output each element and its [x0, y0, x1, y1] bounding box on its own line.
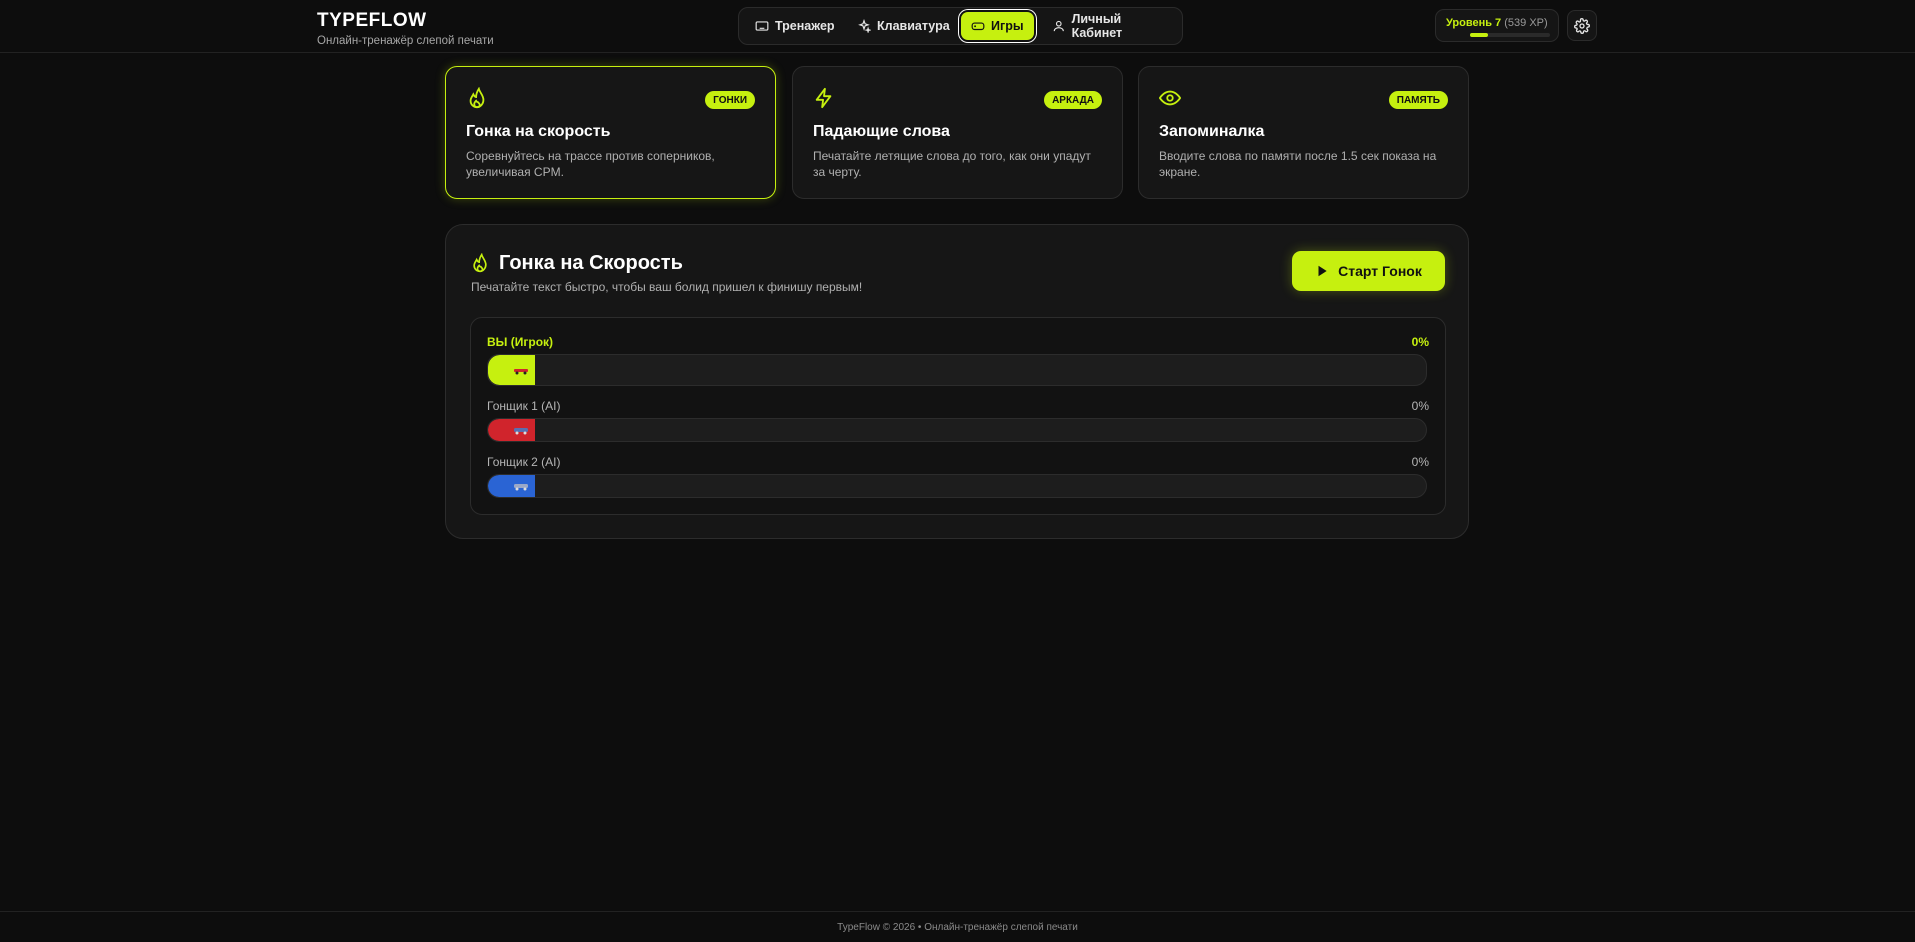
flame-icon: [473, 253, 487, 273]
brand-subtitle: Онлайн-тренажёр слепой печати: [317, 35, 494, 47]
start-race-label: Старт Гонок: [1338, 263, 1422, 279]
nav-label: Личный Кабинет: [1071, 12, 1123, 40]
game-badge: ПАМЯТЬ: [1388, 91, 1448, 109]
xp-progress-fill: [1470, 33, 1488, 37]
game-card-memory[interactable]: ПАМЯТЬ Запоминалка Вводите слова по памя…: [1138, 66, 1469, 199]
racer-name: ВЫ (Игрок): [487, 335, 554, 349]
app-footer: TypeFlow © 2026 • Онлайн-тренажёр слепой…: [0, 911, 1915, 942]
nav-item-trainer[interactable]: Тренажер: [745, 12, 845, 40]
car-icon: [514, 428, 528, 435]
nav-label: Тренажер: [775, 19, 835, 33]
lightning-icon: [815, 87, 832, 109]
ai-2-car: [488, 475, 535, 497]
app-header: TYPEFLOW Онлайн-тренажёр слепой печати Т…: [0, 0, 1915, 53]
race-track-area: ВЫ (Игрок) 0% Гонщик 1 (AI) 0% Гонщик 2 …: [470, 317, 1446, 515]
racer-name: Гонщик 2 (AI): [487, 455, 561, 469]
brand-title[interactable]: TYPEFLOW: [317, 10, 494, 32]
gamepad-icon: [971, 22, 985, 31]
level-label: Уровень 7 (539 XP): [1446, 17, 1548, 29]
game-card-falling-words[interactable]: АРКАДА Падающие слова Печатайте летящие …: [792, 66, 1123, 199]
game-badge: ГОНКИ: [705, 91, 755, 109]
footer-text: TypeFlow © 2026 • Онлайн-тренажёр слепой…: [837, 922, 1078, 933]
game-title: Гонка на скорость: [466, 123, 611, 140]
nav-label: Клавиатура: [877, 19, 950, 33]
game-card-race[interactable]: ГОНКИ Гонка на скорость Соревнуйтесь на …: [445, 66, 776, 199]
sparkles-icon: [858, 19, 871, 33]
car-icon: [514, 484, 528, 491]
race-title: Гонка на Скорость: [499, 252, 683, 274]
game-description: Вводите слова по памяти после 1.5 сек по…: [1159, 149, 1437, 179]
keyboard-icon: [755, 21, 769, 31]
racer-percent: 0%: [1411, 335, 1429, 349]
nav-item-games[interactable]: Игры: [961, 12, 1034, 40]
xp-progress-bar: [1470, 33, 1550, 37]
racer-percent: 0%: [1411, 399, 1429, 413]
main-nav: Тренажер Клавиатура Игры Личный Кабинет: [738, 7, 1183, 45]
start-race-button[interactable]: Старт Гонок: [1292, 251, 1445, 291]
game-title: Запоминалка: [1159, 123, 1265, 140]
race-subtitle: Печатайте текст быстро, чтобы ваш болид …: [471, 280, 863, 294]
ai-1-car: [488, 419, 535, 441]
race-track-ai-1: [487, 418, 1427, 442]
race-track-ai-2: [487, 474, 1427, 498]
user-icon: [1053, 20, 1064, 32]
level-widget[interactable]: Уровень 7 (539 XP): [1435, 9, 1559, 42]
nav-item-keyboard[interactable]: Клавиатура: [847, 12, 960, 40]
game-badge: АРКАДА: [1044, 91, 1102, 109]
brand[interactable]: TYPEFLOW Онлайн-тренажёр слепой печати: [317, 10, 494, 47]
settings-button[interactable]: [1567, 10, 1597, 41]
car-icon: [514, 369, 528, 375]
game-description: Соревнуйтесь на трассе против соперников…: [466, 149, 715, 179]
player-car: [488, 355, 535, 385]
play-icon: [1318, 265, 1327, 277]
race-panel: Гонка на Скорость Печатайте текст быстро…: [445, 224, 1469, 539]
xp-value: (539 XP): [1504, 17, 1548, 29]
game-description: Печатайте летящие слова до того, как они…: [813, 149, 1091, 179]
game-title: Падающие слова: [813, 123, 950, 140]
racer-name: Гонщик 1 (AI): [487, 399, 561, 413]
flame-icon: [469, 87, 485, 109]
race-track-player: [487, 354, 1427, 386]
gear-icon: [1574, 17, 1590, 34]
nav-item-profile[interactable]: Личный Кабинет: [1042, 12, 1182, 40]
racer-percent: 0%: [1411, 455, 1429, 469]
level-value: Уровень 7: [1446, 17, 1502, 29]
nav-label: Игры: [991, 19, 1024, 33]
eye-icon: [1159, 90, 1181, 106]
